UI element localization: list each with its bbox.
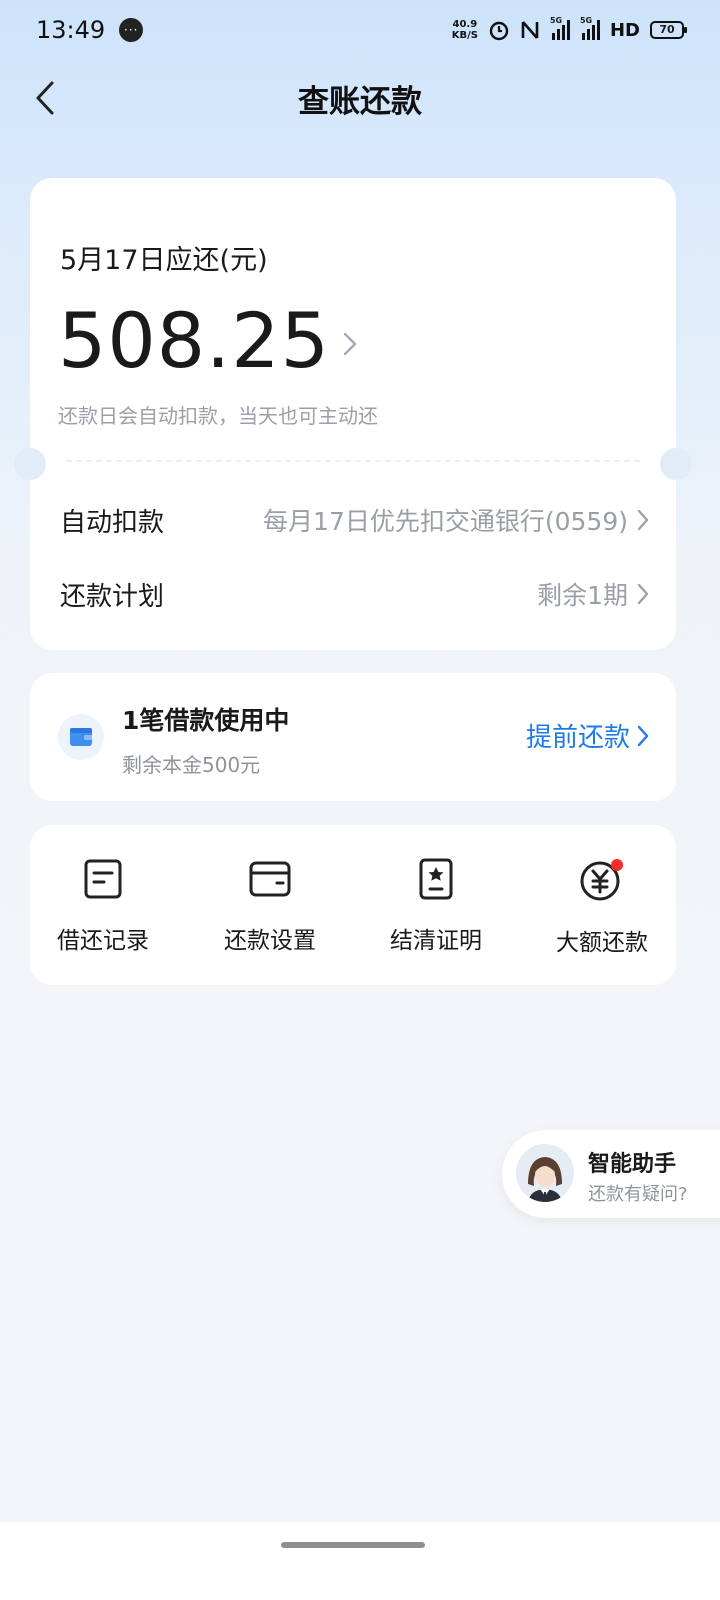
action-settlement-proof[interactable]: 结清证明 bbox=[366, 857, 506, 955]
amount-row[interactable]: 508.25 bbox=[58, 296, 358, 385]
chevron-left-icon bbox=[36, 81, 54, 115]
wallet-icon bbox=[70, 728, 92, 746]
assistant-avatar bbox=[516, 1144, 574, 1202]
wallet-settings-icon bbox=[249, 861, 291, 897]
quick-actions-card: 借还记录 还款设置 结清证明 大额还款 bbox=[30, 825, 676, 985]
wallet-icon-badge bbox=[58, 714, 104, 760]
status-bar: 13:49 ··· 40.9 KB/S 5G 5G HD 70 bbox=[0, 0, 720, 60]
nav-bar: 查账还款 bbox=[0, 64, 720, 132]
action-label: 大额还款 bbox=[556, 930, 648, 956]
notification-dot bbox=[611, 859, 623, 871]
action-loan-records[interactable]: 借还记录 bbox=[33, 857, 173, 955]
assistant-title: 智能助手 bbox=[588, 1152, 677, 1177]
repayment-plan-label: 还款计划 bbox=[60, 581, 165, 612]
action-large-repayment[interactable]: 大额还款 bbox=[532, 857, 672, 957]
battery-icon: 70 bbox=[650, 21, 687, 39]
prepay-label: 提前还款 bbox=[525, 723, 630, 753]
page-title: 查账还款 bbox=[298, 83, 422, 120]
signal-strength-icon-2: 5G bbox=[580, 16, 600, 40]
status-icons: 40.9 KB/S 5G 5G HD 70 bbox=[451, 16, 687, 41]
hd-voice-icon: HD bbox=[609, 19, 640, 41]
action-label: 还款设置 bbox=[224, 928, 316, 954]
divider bbox=[66, 460, 640, 462]
ticket-notch-left bbox=[14, 448, 46, 480]
ticket-notch-right bbox=[660, 448, 692, 480]
auto-debit-row[interactable]: 自动扣款 每月17日优先扣交通银行(0559) bbox=[60, 500, 650, 540]
certificate-icon bbox=[419, 858, 453, 900]
chevron-right-icon bbox=[637, 509, 649, 531]
chevron-right-icon bbox=[637, 725, 649, 746]
chevron-right-icon[interactable] bbox=[342, 331, 358, 357]
nfc-icon bbox=[521, 21, 539, 39]
home-indicator[interactable] bbox=[281, 1542, 425, 1548]
assistant-avatar-image bbox=[516, 1144, 574, 1202]
signal-strength-icon: 5G bbox=[550, 16, 570, 40]
chevron-right-icon bbox=[637, 583, 649, 605]
auto-debit-hint: 还款日会自动扣款，当天也可主动还 bbox=[58, 404, 378, 428]
bottom-nav-area bbox=[0, 1522, 720, 1600]
record-icon bbox=[84, 859, 122, 899]
repayment-plan-value: 剩余1期 bbox=[537, 581, 628, 610]
action-repay-settings[interactable]: 还款设置 bbox=[200, 857, 340, 955]
assistant-subtitle: 还款有疑问? bbox=[588, 1184, 688, 1205]
auto-debit-value: 每月17日优先扣交通银行(0559) bbox=[263, 507, 628, 536]
action-label: 结清证明 bbox=[390, 928, 482, 954]
due-date-label: 5月17日应还(元) bbox=[60, 245, 268, 276]
loan-card: 1笔借款使用中 剩余本金500元 提前还款 bbox=[30, 673, 676, 801]
yuan-icon bbox=[580, 859, 623, 901]
loan-count-title: 1笔借款使用中 bbox=[122, 706, 290, 735]
remaining-principal: 剩余本金500元 bbox=[122, 753, 261, 777]
due-amount[interactable]: 508.25 bbox=[58, 296, 330, 385]
smart-assistant-button[interactable]: 智能助手 还款有疑问? bbox=[502, 1130, 720, 1218]
network-speed: 40.9 KB/S bbox=[451, 19, 478, 41]
bill-card: 5月17日应还(元) 508.25 还款日会自动扣款，当天也可主动还 自动扣款 … bbox=[30, 178, 676, 650]
action-label: 借还记录 bbox=[57, 928, 149, 954]
back-button[interactable] bbox=[28, 78, 68, 118]
auto-debit-label: 自动扣款 bbox=[60, 507, 165, 538]
status-time: 13:49 bbox=[36, 16, 106, 44]
chat-bubble-icon: ··· bbox=[119, 18, 144, 42]
prepay-button[interactable]: 提前还款 bbox=[526, 717, 650, 754]
alarm-icon bbox=[489, 21, 509, 41]
repayment-plan-row[interactable]: 还款计划 剩余1期 bbox=[60, 574, 650, 614]
